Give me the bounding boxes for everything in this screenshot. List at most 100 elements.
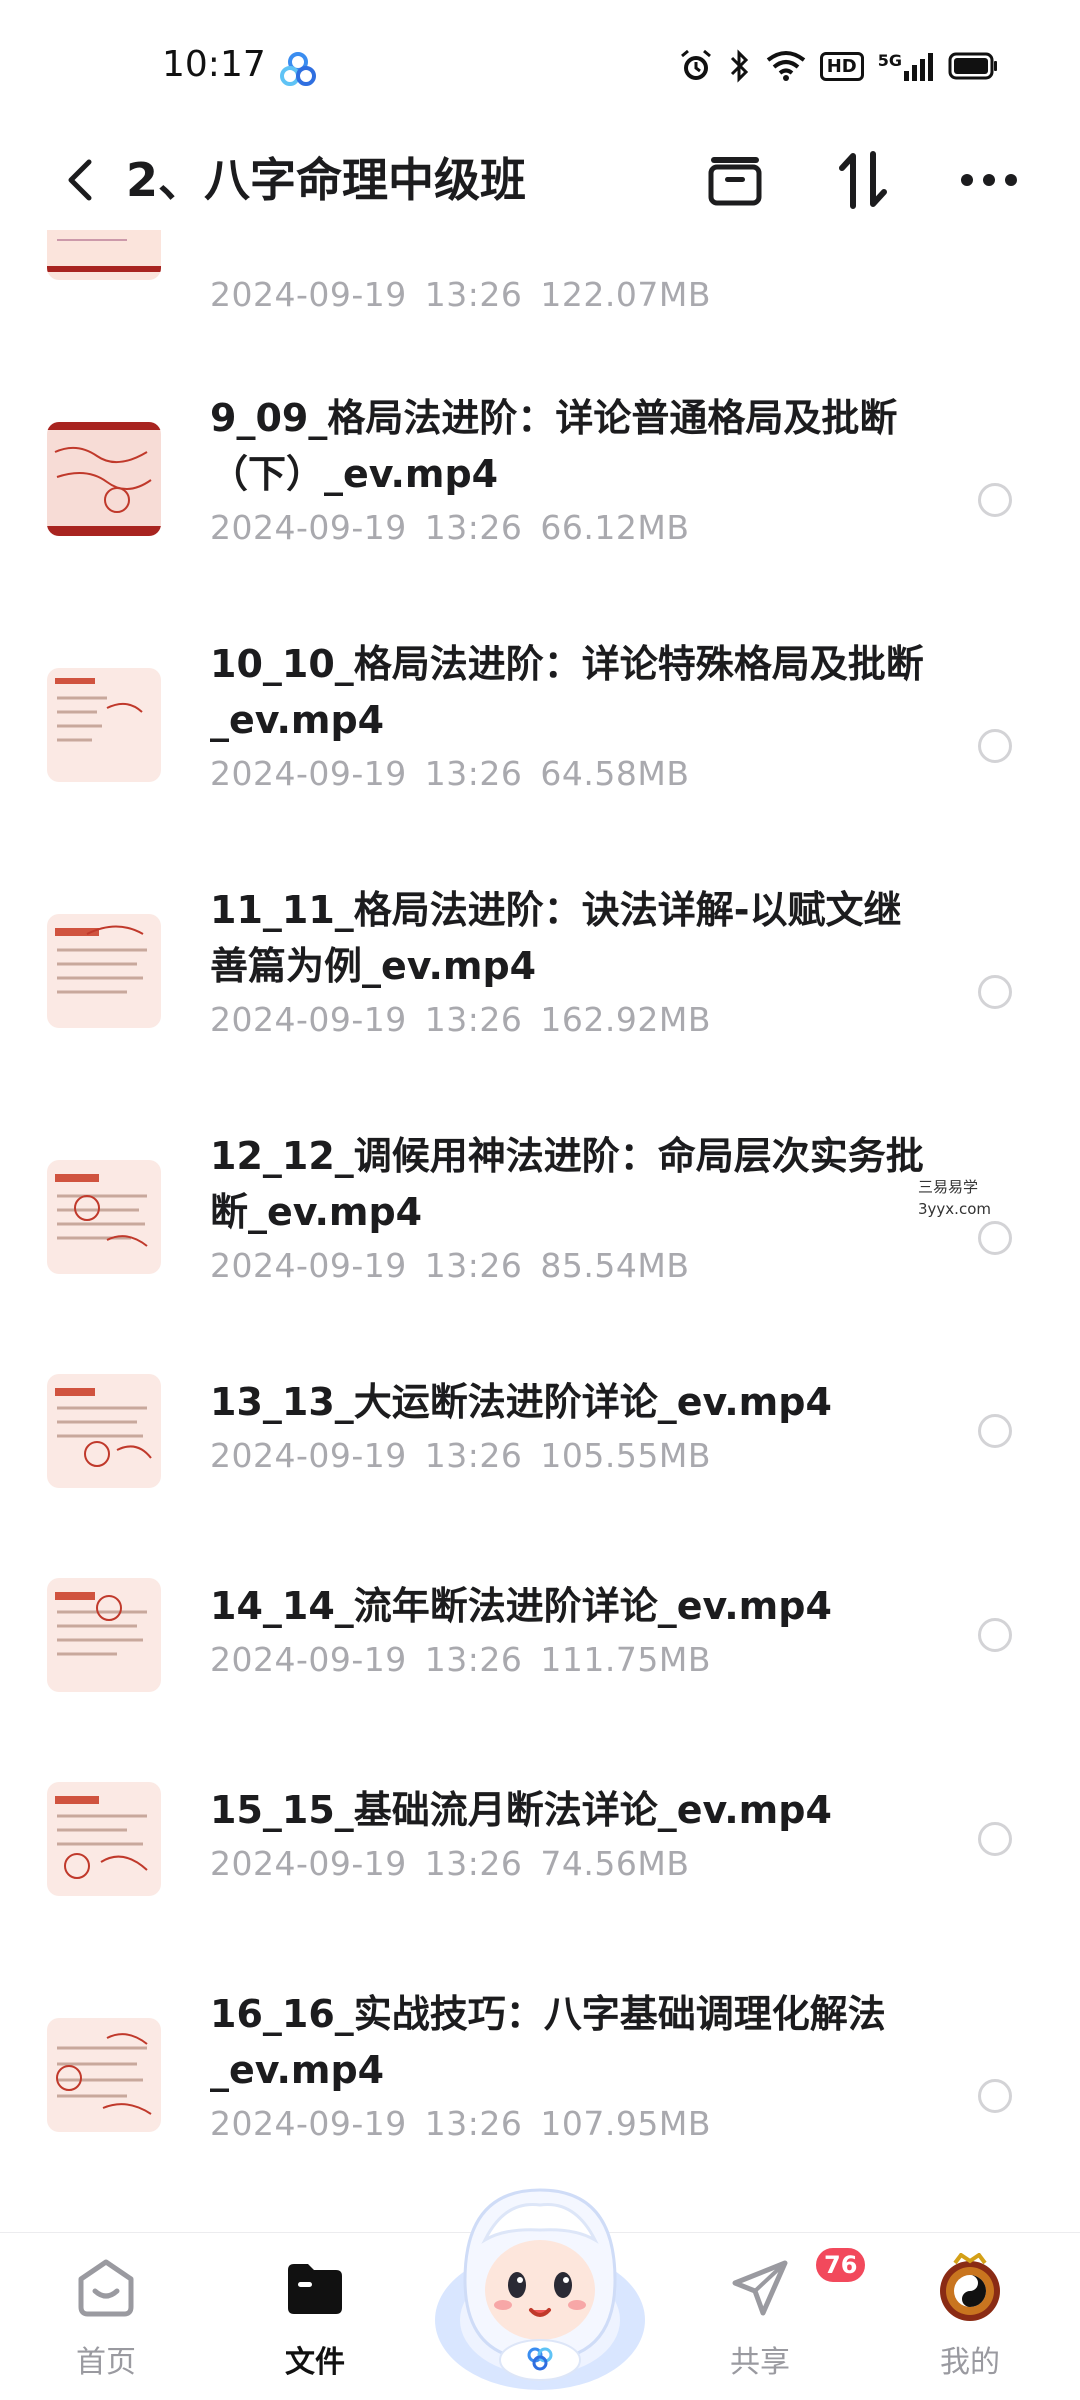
archive-icon xyxy=(708,157,762,206)
file-meta: 2024-09-19 13:26 74.56MB xyxy=(210,1844,707,1883)
file-size: 162.92MB xyxy=(540,1000,711,1039)
assistant-mascot-button[interactable] xyxy=(425,2170,655,2400)
list-item[interactable]: 2024-09-19 13:26 122.07MB xyxy=(0,230,1080,360)
file-meta: 2024-09-19 13:26 64.58MB xyxy=(210,754,707,793)
video-thumbnail xyxy=(47,1578,161,1692)
video-thumbnail xyxy=(47,2018,161,2132)
file-name: 14_14_流年断法进阶详论_ev.mp4 xyxy=(210,1584,832,1628)
list-item[interactable]: 11_11_格局法进阶：诀法详解-以赋文继善篇为例_ev.mp4 2024-09… xyxy=(0,882,1080,1102)
file-date: 2024-09-19 xyxy=(210,2104,407,2143)
file-date: 2024-09-19 xyxy=(210,508,407,547)
file-time: 13:26 xyxy=(424,275,523,314)
video-thumbnail xyxy=(47,1782,161,1896)
wifi-icon xyxy=(766,50,806,82)
file-time: 13:26 xyxy=(424,1436,523,1475)
file-size: 111.75MB xyxy=(540,1640,711,1679)
file-date: 2024-09-19 xyxy=(210,1640,407,1679)
select-radio[interactable] xyxy=(978,729,1012,763)
sort-button[interactable] xyxy=(828,148,898,212)
battery-icon xyxy=(948,52,998,80)
nav-mine-label: 我的 xyxy=(940,2345,1000,2380)
alarm-icon xyxy=(678,48,714,84)
file-meta: 2024-09-19 13:26 85.54MB xyxy=(210,1246,707,1285)
select-radio[interactable] xyxy=(978,483,1012,517)
select-radio[interactable] xyxy=(978,1221,1012,1255)
file-meta: 2024-09-19 13:26 105.55MB xyxy=(210,1436,729,1475)
file-time: 13:26 xyxy=(424,1844,523,1883)
share-badge: 76 xyxy=(813,2245,869,2285)
status-bar: 10:17 HD 5G xyxy=(0,0,1080,130)
nav-mine[interactable]: 我的 xyxy=(900,2253,1040,2393)
file-meta: 2024-09-19 13:26 111.75MB xyxy=(210,1640,729,1679)
mascot-icon xyxy=(435,2188,645,2390)
cloud-app-icon xyxy=(278,50,318,90)
header: 2、八字命理中级班 xyxy=(0,130,1080,230)
file-size: 66.12MB xyxy=(540,508,690,547)
video-thumbnail xyxy=(47,1374,161,1488)
page-title: 2、八字命理中级班 xyxy=(126,153,527,207)
file-meta: 2024-09-19 13:26 162.92MB xyxy=(210,1000,729,1039)
file-name: 16_16_实战技巧：八字基础调理化解法_ev.mp4 xyxy=(210,1992,886,2092)
status-time: 10:17 xyxy=(162,44,266,85)
file-date: 2024-09-19 xyxy=(210,275,407,314)
folder-icon xyxy=(280,2253,350,2323)
select-radio[interactable] xyxy=(978,1414,1012,1448)
list-item[interactable]: 10_10_格局法进阶：详论特殊格局及批断_ev.mp4 2024-09-19 1… xyxy=(0,636,1080,856)
file-date: 2024-09-19 xyxy=(210,1436,407,1475)
nav-share[interactable]: 76 共享 xyxy=(690,2245,869,2393)
file-time: 13:26 xyxy=(424,1000,523,1039)
file-size: 64.58MB xyxy=(540,754,690,793)
nav-files[interactable]: 文件 xyxy=(245,2253,385,2393)
list-item[interactable]: 15_15_基础流月断法详论_ev.mp4 2024-09-19 13:26 74.… xyxy=(0,1782,1080,1958)
select-radio[interactable] xyxy=(978,1822,1012,1856)
file-name: 9_09_格局法进阶：详论普通格局及批断（下）_ev.mp4 xyxy=(210,396,898,496)
nav-share-label: 共享 xyxy=(730,2345,790,2380)
list-item[interactable]: 12_12_调候用神法进阶：命局层次实务批断_ev.mp4 2024-09-19… xyxy=(0,1128,1080,1348)
watermark-line2: 3yyx.com xyxy=(918,1200,991,1218)
file-time: 13:26 xyxy=(424,1246,523,1285)
file-time: 13:26 xyxy=(424,508,523,547)
home-icon xyxy=(71,2253,141,2323)
paper-plane-icon: 76 xyxy=(725,2245,869,2323)
sort-icon xyxy=(839,151,887,209)
watermark-line1: 三易易学 xyxy=(918,1178,979,1196)
status-icons: HD 5G xyxy=(678,48,998,84)
network-type-label: 5G xyxy=(877,51,902,70)
file-name: 15_15_基础流月断法详论_ev.mp4 xyxy=(210,1788,832,1832)
video-thumbnail xyxy=(47,230,161,280)
file-date: 2024-09-19 xyxy=(210,1844,407,1883)
file-meta: 2024-09-19 13:26 122.07MB xyxy=(210,275,729,314)
select-radio[interactable] xyxy=(978,1618,1012,1652)
list-item[interactable]: 13_13_大运断法进阶详论_ev.mp4 2024-09-19 13:26 105… xyxy=(0,1374,1080,1550)
file-date: 2024-09-19 xyxy=(210,1000,407,1039)
file-date: 2024-09-19 xyxy=(210,754,407,793)
watermark: 三易易学 3yyx.com xyxy=(918,1176,991,1220)
nav-home[interactable]: 首页 xyxy=(36,2253,176,2393)
file-name: 10_10_格局法进阶：详论特殊格局及批断_ev.mp4 xyxy=(210,642,924,742)
list-item[interactable]: 9_09_格局法进阶：详论普通格局及批断（下）_ev.mp4 2024-09-1… xyxy=(0,390,1080,610)
file-size: 107.95MB xyxy=(540,2104,711,2143)
chevron-left-icon xyxy=(68,159,92,201)
file-size: 85.54MB xyxy=(540,1246,690,1285)
file-size: 105.55MB xyxy=(540,1436,711,1475)
file-time: 13:26 xyxy=(424,2104,523,2143)
select-radio[interactable] xyxy=(978,975,1012,1009)
hd-icon: HD xyxy=(819,51,864,81)
list-item[interactable]: 14_14_流年断法进阶详论_ev.mp4 2024-09-19 13:26 111… xyxy=(0,1578,1080,1754)
select-radio[interactable] xyxy=(978,2079,1012,2113)
file-meta: 2024-09-19 13:26 66.12MB xyxy=(210,508,707,547)
signal-5g-icon: 5G xyxy=(878,51,934,81)
file-list: 2024-09-19 13:26 122.07MB 9_09_格局法进阶：详论普通格… xyxy=(0,230,1080,2230)
file-size: 74.56MB xyxy=(540,1844,690,1883)
video-thumbnail xyxy=(47,422,161,536)
nav-files-label: 文件 xyxy=(285,2345,345,2380)
file-time: 13:26 xyxy=(424,1640,523,1679)
archive-button[interactable] xyxy=(700,148,770,212)
nav-home-label: 首页 xyxy=(76,2345,136,2380)
file-date: 2024-09-19 xyxy=(210,1246,407,1285)
video-thumbnail xyxy=(47,914,161,1028)
video-thumbnail xyxy=(47,668,161,782)
file-name: 13_13_大运断法进阶详论_ev.mp4 xyxy=(210,1380,832,1424)
more-button[interactable] xyxy=(954,148,1024,212)
back-button[interactable] xyxy=(50,150,110,210)
